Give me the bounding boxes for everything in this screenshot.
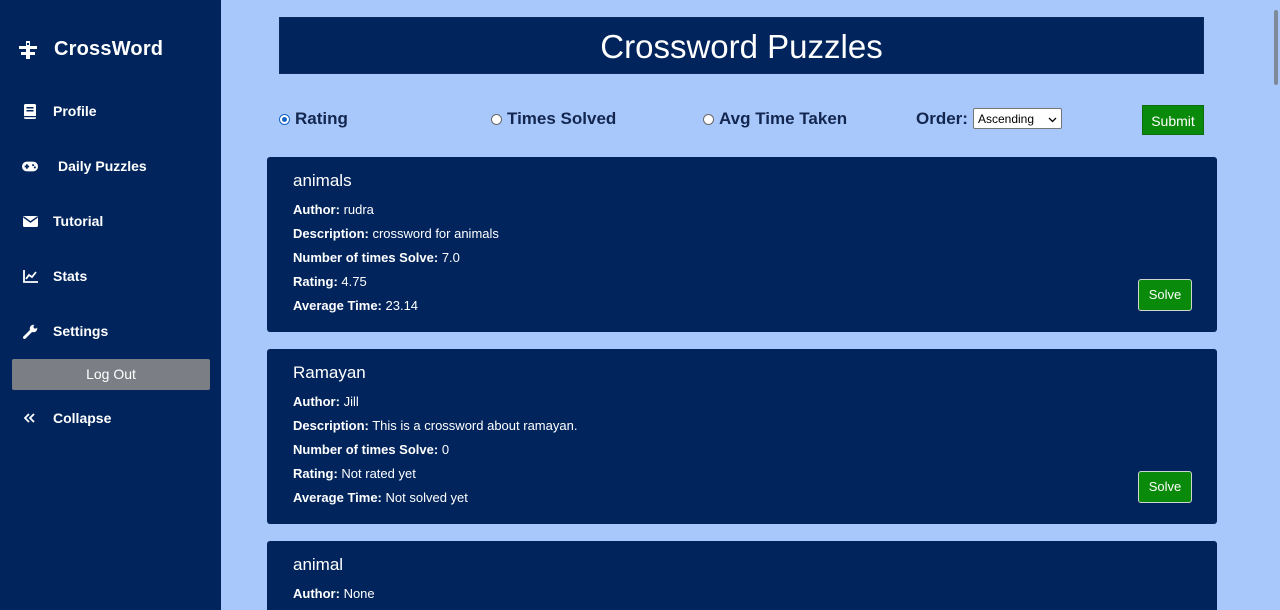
puzzle-title: animal [293,555,344,574]
puzzle-card: Ramayan Author: Jill Description: This i… [267,349,1217,524]
wrench-icon [22,323,38,339]
radio-checked-icon[interactable] [279,113,290,125]
sidebar: CrossWord Profile Daily Puzzles Tutorial… [0,0,221,610]
sidebar-item-label: Profile [53,103,97,119]
puzzle-times-solved: Number of times Solve: 7.0 [293,250,460,265]
chevron-down-icon [1048,112,1057,126]
sidebar-item-label: Daily Puzzles [58,158,147,174]
order-label: Order: [916,108,968,128]
gamepad-icon [22,158,38,174]
puzzle-rating: Rating: Not rated yet [293,466,416,481]
solve-button[interactable]: Solve [1138,279,1192,311]
sidebar-item-label: Tutorial [53,213,104,229]
sidebar-item-label: Collapse [53,410,112,426]
scrollbar[interactable] [1272,0,1280,610]
envelope-icon [22,213,38,229]
puzzle-average-time: Average Time: 23.14 [293,298,419,313]
book-icon [22,103,38,119]
sidebar-item-tutorial[interactable]: Tutorial [22,213,103,229]
submit-button[interactable]: Submit [1142,105,1204,135]
radio-label: Times Solved [507,109,617,128]
radio-label: Avg Time Taken [719,109,848,128]
puzzle-title: animals [293,171,352,190]
puzzle-card: animal Author: None [267,541,1217,610]
sidebar-item-profile[interactable]: Profile [22,103,97,119]
sidebar-item-label: Settings [53,323,109,339]
radio-unchecked-icon[interactable] [491,113,502,125]
page-title: Crossword Puzzles [279,17,1204,74]
sidebar-item-label: Stats [53,268,88,284]
sidebar-collapse[interactable]: Collapse [22,410,111,426]
order-select[interactable]: Ascending [972,108,1062,129]
sidebar-item-settings[interactable]: Settings [22,323,108,339]
sort-filters: Rating Times Solved Avg Time Taken Order… [279,105,1204,137]
radio-rating[interactable]: Rating [279,109,348,129]
puzzle-author: Author: rudra [293,202,374,217]
solve-button[interactable]: Solve [1138,471,1192,503]
radio-avg-time[interactable]: Avg Time Taken [703,109,847,129]
brand-title: CrossWord [54,38,164,60]
order-control: Order: Ascending [916,108,1062,129]
puzzle-author: Author: Jill [293,394,359,409]
logout-button[interactable]: Log Out [12,359,210,390]
puzzle-times-solved: Number of times Solve: 0 [293,442,450,457]
order-select-value: Ascending [977,111,1035,126]
puzzle-average-time: Average Time: Not solved yet [293,490,468,505]
crossword-logo-icon [18,40,38,60]
puzzle-title: Ramayan [293,363,366,382]
chart-line-icon [22,268,38,284]
radio-label: Rating [295,109,348,128]
puzzle-card: animals Author: rudra Description: cross… [267,157,1217,332]
puzzle-description: Description: This is a crossword about r… [293,418,578,433]
sidebar-item-stats[interactable]: Stats [22,268,87,284]
double-chevron-left-icon [22,410,38,426]
scrollbar-thumb[interactable] [1274,10,1278,85]
puzzle-description: Description: crossword for animals [293,226,499,241]
sidebar-item-daily-puzzles[interactable]: Daily Puzzles [22,158,147,174]
brand[interactable]: CrossWord [18,38,163,61]
radio-unchecked-icon[interactable] [703,113,714,125]
puzzle-author: Author: None [293,586,375,601]
radio-times-solved[interactable]: Times Solved [491,109,616,129]
puzzle-rating: Rating: 4.75 [293,274,367,289]
